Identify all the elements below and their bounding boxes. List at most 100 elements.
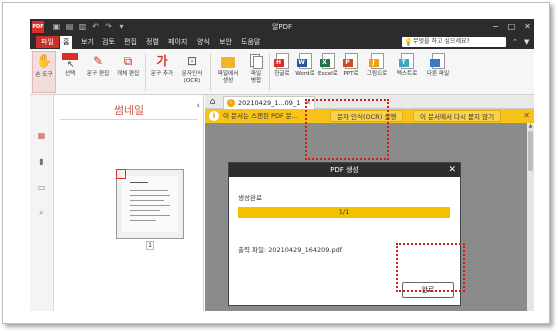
merge-files-button[interactable]: 파일 병합: [245, 51, 267, 93]
scroll-up-icon[interactable]: ▲: [527, 123, 534, 129]
convert-text-button[interactable]: T 텍스트로: [393, 51, 421, 93]
create-from-file-button[interactable]: 파일에서 생성: [213, 51, 243, 93]
menu-form[interactable]: 양식: [194, 37, 213, 47]
info-icon: i: [209, 111, 219, 121]
hand-icon: ✋: [36, 54, 53, 69]
complete-callout-highlight: [396, 243, 465, 292]
menu-help[interactable]: 도움말: [238, 37, 263, 47]
ocr-button[interactable]: ⊡ 문자인식 (OCR): [177, 51, 207, 93]
ppt-icon: P: [342, 53, 358, 69]
dialog-status: 생성완료: [238, 194, 262, 202]
thumb-text-line: [130, 190, 168, 191]
menu-file[interactable]: 파일: [36, 36, 59, 48]
progress-label: 1/1: [338, 208, 350, 216]
word-badge: W: [296, 59, 307, 67]
dialog-header: PDF 생성 ✕: [229, 163, 460, 177]
scrollbar-thumb[interactable]: [528, 131, 533, 171]
minimize-icon[interactable]: −: [491, 21, 500, 32]
ribbon: ✋ 손 도구 ↖ 선택 ✎ 문구 편집 ⧉ 개체 편집 가 문구 추가 ⊡ 문자…: [30, 49, 534, 95]
text-badge: T: [398, 59, 409, 67]
convert-hwp-button[interactable]: H 한글로: [271, 51, 293, 93]
convert-word-button[interactable]: W Word로: [294, 51, 316, 93]
select-label: 선택: [64, 71, 76, 77]
home-icon[interactable]: ⌂: [207, 97, 218, 107]
convert-hwp-label: 한글로: [274, 71, 290, 77]
excel-badge: X: [319, 59, 330, 67]
menu-bar: 파일 홈 보기 검토 편집 정렬 페이지 양식 보안 도움말 💡 무엇을 하고 …: [30, 35, 534, 49]
convert-image-label: 그림으로: [366, 71, 388, 77]
search-icon[interactable]: ⌕: [37, 208, 46, 217]
ribbon-divider: [145, 53, 146, 91]
help-search-placeholder: 무엇을 하고 싶으세요?: [413, 38, 470, 45]
divider: [60, 119, 198, 120]
dialog-title: PDF 생성: [330, 166, 359, 174]
hand-tool-button[interactable]: ✋ 손 도구: [32, 51, 56, 93]
image-badge: J: [368, 59, 379, 67]
convert-other-label: 다른 파일: [426, 71, 450, 77]
thumbnail-panel-icon[interactable]: ▦: [37, 131, 46, 140]
edit-object-button[interactable]: ⧉ 개체 편집: [114, 51, 142, 93]
add-text-icon: 가: [156, 54, 168, 68]
dont-ask-again-button[interactable]: 이 문서에서 다시 묻지 않기: [413, 110, 502, 122]
convert-excel-button[interactable]: X Excel로: [317, 51, 339, 93]
bookmark-icon[interactable]: ▮: [37, 157, 46, 166]
menu-review[interactable]: 검토: [99, 37, 118, 47]
ribbon-divider: [210, 53, 211, 91]
hwp-badge: H: [273, 59, 284, 67]
menu-view[interactable]: 보기: [78, 37, 97, 47]
comment-icon[interactable]: ▭: [37, 183, 46, 192]
ribbon-collapse-icon[interactable]: ⌃: [512, 37, 518, 47]
convert-image-button[interactable]: J 그림으로: [363, 51, 391, 93]
convert-other-button[interactable]: 다른 파일: [423, 51, 453, 93]
maximize-icon[interactable]: □: [507, 21, 516, 32]
hand-tool-label: 손 도구: [35, 72, 53, 78]
thumb-text-line: [130, 220, 156, 221]
ocr-icon: ⊡: [186, 54, 198, 68]
warning-icon: i: [227, 99, 235, 107]
page-thumbnail-content: [122, 176, 178, 232]
menu-page[interactable]: 페이지: [165, 37, 190, 47]
menu-home[interactable]: 홈: [60, 36, 73, 49]
output-file-text: 출력 파일: 20210429_164209.pdf: [238, 246, 342, 254]
thumb-text-line: [130, 195, 170, 196]
dialog-close-icon[interactable]: ✕: [448, 164, 456, 176]
menu-arrange[interactable]: 정렬: [143, 37, 162, 47]
page-thumbnail[interactable]: [116, 169, 184, 239]
text-icon: T: [398, 53, 414, 69]
close-notice-icon[interactable]: ✕: [523, 110, 530, 122]
thumb-text-line: [130, 215, 170, 216]
thumb-heading-line: [130, 182, 148, 183]
folder-icon: [220, 53, 236, 69]
hwp-icon: H: [273, 53, 289, 69]
close-icon[interactable]: ✕: [523, 21, 532, 32]
menu-security[interactable]: 보안: [216, 37, 235, 47]
convert-ppt-button[interactable]: P PPT로: [340, 51, 362, 93]
lightbulb-icon: 💡: [404, 38, 413, 46]
add-text-button[interactable]: 가 문구 추가: [148, 51, 176, 93]
side-toolbar: ▦ ▮ ▭ ⌕: [30, 95, 54, 311]
edit-object-icon: ⧉: [123, 54, 133, 68]
other-file-badge: [429, 59, 440, 67]
add-text-label: 문구 추가: [150, 71, 174, 77]
screenshot-frame: PDF ▣ ▤ ▥ ↶ ↷ ▾ 알PDF − □ ✕ 파일 홈 보기 검토 편집…: [2, 2, 550, 324]
document-tab[interactable]: i 20210429_1...09_1 ✕: [223, 96, 315, 109]
vertical-scrollbar[interactable]: ▲: [527, 123, 534, 311]
ppt-badge: P: [342, 59, 353, 67]
menu-edit[interactable]: 편집: [121, 37, 140, 47]
select-button[interactable]: ↖ 선택: [58, 51, 82, 93]
excel-icon: X: [319, 53, 335, 69]
edit-object-label: 개체 편집: [116, 71, 140, 77]
settings-icon[interactable]: ▼: [524, 37, 529, 47]
scan-notice-text: 이 문서는 스캔된 PDF 문...: [223, 112, 298, 120]
edit-text-button[interactable]: ✎ 문구 편집: [84, 51, 112, 93]
help-search[interactable]: 💡 무엇을 하고 싶으세요?: [402, 37, 506, 47]
convert-word-label: Word로: [295, 71, 315, 77]
collapse-panel-icon[interactable]: ‹: [196, 101, 200, 111]
progress-bar: 1/1: [238, 207, 450, 218]
merge-files-label: 파일 병합: [250, 71, 262, 84]
thumb-text-line: [130, 200, 164, 201]
merge-icon: [248, 53, 264, 69]
select-icon: ↖: [62, 53, 78, 70]
ocr-label: 문자인식 (OCR): [181, 71, 203, 84]
title-bar: PDF ▣ ▤ ▥ ↶ ↷ ▾ 알PDF − □ ✕: [30, 19, 534, 35]
